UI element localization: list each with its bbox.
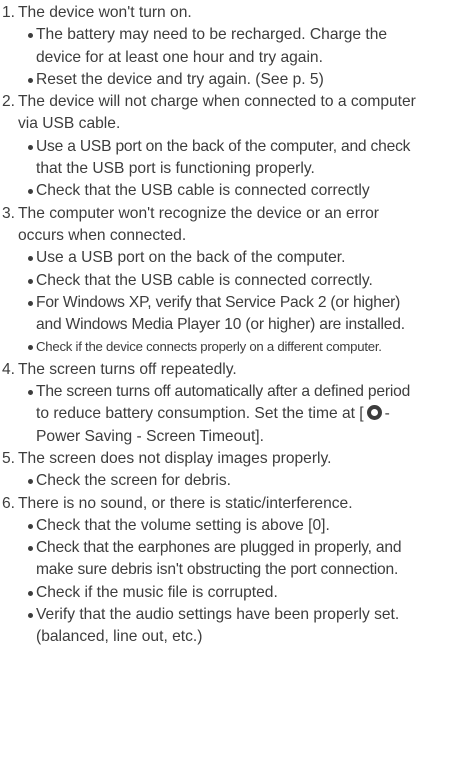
issue-heading: 5. The screen does not display images pr… [2, 448, 470, 470]
issue-text: There is no sound, or there is static/in… [18, 494, 353, 512]
bullet-icon [28, 590, 33, 596]
bullet-icon [28, 33, 33, 39]
item-number: 6. [2, 494, 16, 512]
solution-bullet: Check if the music file is corrupted. [2, 582, 470, 604]
issue-text: The screen turns off repeatedly. [18, 360, 237, 378]
solution-bullet: Check that the volume setting is above [… [2, 515, 470, 537]
item-number: 1. [2, 4, 16, 21]
solution-bullet: Check if the device connects properly on… [2, 336, 470, 358]
item-number: 3. [2, 204, 16, 222]
bullet-icon [28, 77, 33, 83]
solution-bullet-continuation: to reduce battery consumption. Set the t… [36, 405, 390, 423]
troubleshooting-list: 1. The device won't turn on. The battery… [0, 0, 470, 649]
item-number: 2. [2, 93, 16, 111]
issue-heading: 4. The screen turns off repeatedly. [2, 359, 470, 381]
solution-bullet: The screen turns off automatically after… [2, 381, 470, 403]
bullet-icon [28, 390, 33, 396]
solution-bullet: The battery may need to be recharged. Ch… [2, 24, 470, 46]
issue-heading: 1. The device won't turn on. [2, 2, 470, 24]
issue-heading-continuation: occurs when connected. [18, 226, 187, 244]
item-number: 5. [2, 449, 16, 467]
bullet-icon [28, 345, 33, 351]
troubleshooting-item-6: 6. There is no sound, or there is static… [2, 493, 470, 649]
troubleshooting-item-2: 2. The device will not charge when conne… [2, 91, 470, 202]
troubleshooting-item-5: 5. The screen does not display images pr… [2, 448, 470, 493]
solution-bullet: Check that the earphones are plugged in … [2, 537, 470, 559]
solution-bullet: Use a USB port on the back of the comput… [2, 136, 470, 158]
solution-bullet: Check that the USB cable is connected co… [2, 270, 470, 292]
bullet-icon [28, 256, 33, 262]
solution-bullet: Reset the device and try again. (See p. … [2, 69, 470, 91]
bullet-icon [28, 546, 33, 552]
bullet-icon [28, 144, 33, 150]
solution-bullet: Check that the USB cable is connected co… [2, 180, 470, 202]
issue-heading: 2. The device will not charge when conne… [2, 91, 470, 113]
solution-bullet-continuation: make sure debris isn't obstructing the p… [36, 561, 399, 579]
item-number: 4. [2, 360, 16, 378]
issue-text: The screen does not display images prope… [18, 449, 332, 467]
troubleshooting-item-4: 4. The screen turns off repeatedly. The … [2, 359, 470, 448]
solution-bullet-continuation: and Windows Media Player 10 (or higher) … [36, 316, 405, 334]
bullet-icon [28, 523, 33, 529]
bullet-icon [28, 613, 33, 619]
bullet-icon [28, 278, 33, 284]
issue-text: The device will not charge when connecte… [18, 93, 416, 111]
issue-text: The computer won't recognize the device … [18, 204, 379, 222]
solution-bullet: Check the screen for debris. [2, 470, 470, 492]
solution-bullet: Verify that the audio settings have been… [2, 604, 470, 626]
issue-heading: 6. There is no sound, or there is static… [2, 493, 470, 515]
solution-bullet-continuation: that the USB port is functioning properl… [36, 160, 315, 178]
solution-bullet-continuation: Power Saving - Screen Timeout]. [36, 427, 264, 445]
issue-heading-continuation: via USB cable. [18, 115, 121, 133]
solution-bullet: For Windows XP, verify that Service Pack… [2, 292, 470, 314]
bullet-icon [28, 479, 33, 485]
solution-bullet: Use a USB port on the back of the comput… [2, 247, 470, 269]
bullet-icon [28, 300, 33, 306]
solution-bullet-continuation: (balanced, line out, etc.) [36, 628, 203, 646]
troubleshooting-item-1: 1. The device won't turn on. The battery… [2, 2, 470, 91]
solution-bullet-continuation: device for at least one hour and try aga… [36, 48, 323, 66]
issue-text: The device won't turn on. [18, 4, 192, 21]
bullet-icon [28, 189, 33, 195]
troubleshooting-item-3: 3. The computer won't recognize the devi… [2, 203, 470, 359]
issue-heading: 3. The computer won't recognize the devi… [2, 203, 470, 225]
gear-icon [366, 405, 382, 421]
